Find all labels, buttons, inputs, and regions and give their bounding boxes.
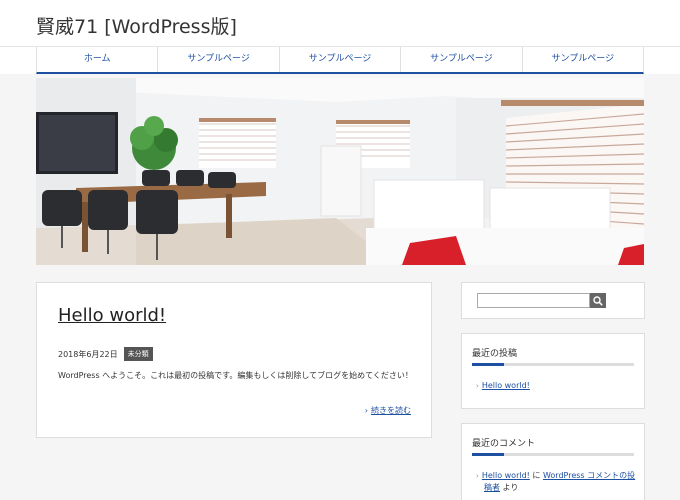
post-meta: 2018年6月22日 未分類 xyxy=(58,347,153,361)
chevron-right-icon: › xyxy=(364,406,368,415)
nav-item-home[interactable]: ホーム xyxy=(37,47,159,72)
office-photo xyxy=(36,78,644,265)
chevron-right-icon: › xyxy=(476,382,479,390)
recent-comments-title: 最近のコメント xyxy=(472,439,536,449)
read-more-link[interactable]: › 続きを読む xyxy=(365,405,411,416)
list-item: › Hello world! に WordPress コメントの投稿者 より xyxy=(476,470,636,494)
nav-item-sample-page-1[interactable]: サンプルページ xyxy=(158,47,280,72)
post-title-link[interactable]: Hello world! xyxy=(58,305,166,326)
recent-comments-widget: 最近のコメント › Hello world! に WordPress コメントの投… xyxy=(461,423,645,500)
comment-suffix: より xyxy=(500,483,519,492)
recent-posts-widget: 最近の投稿 › Hello world! xyxy=(461,333,645,409)
nav-item-sample-page-2[interactable]: サンプルページ xyxy=(280,47,402,72)
nav-item-sample-page-3[interactable]: サンプルページ xyxy=(401,47,523,72)
site-header: 賢威71 [WordPress版] xyxy=(0,0,680,47)
chevron-right-icon: › xyxy=(476,472,479,480)
search-widget xyxy=(461,282,645,319)
recent-post-link[interactable]: Hello world! xyxy=(482,381,530,390)
comment-post-link[interactable]: Hello world! xyxy=(482,471,530,480)
search-button[interactable] xyxy=(590,293,606,308)
read-more-label: 続きを読む xyxy=(371,406,411,415)
comment-connector: に xyxy=(529,471,543,480)
post-card: Hello world! 2018年6月22日 未分類 WordPress へよ… xyxy=(36,282,432,438)
global-nav-bar: ホーム サンプルページ サンプルページ サンプルページ サンプルページ xyxy=(36,47,644,74)
search-input[interactable] xyxy=(477,293,590,308)
category-badge[interactable]: 未分類 xyxy=(123,347,153,361)
site-title[interactable]: 賢威71 [WordPress版] xyxy=(36,12,237,39)
list-item: › Hello world! xyxy=(476,380,636,392)
post-date: 2018年6月22日 xyxy=(58,349,118,359)
recent-comments-list: › Hello world! に WordPress コメントの投稿者 より xyxy=(476,470,636,494)
recent-posts-list: › Hello world! xyxy=(476,380,636,392)
recent-posts-title: 最近の投稿 xyxy=(472,349,518,359)
post-excerpt: WordPress へようこそ。これは最初の投稿です。編集もしくは削除してブログ… xyxy=(58,371,413,380)
widget-title-underline xyxy=(472,453,634,456)
global-nav: ホーム サンプルページ サンプルページ サンプルページ サンプルページ xyxy=(0,47,680,74)
nav-item-sample-page-4[interactable]: サンプルページ xyxy=(523,47,643,72)
header-image xyxy=(36,78,644,265)
search-icon xyxy=(593,295,603,306)
widget-title-underline xyxy=(472,363,634,366)
